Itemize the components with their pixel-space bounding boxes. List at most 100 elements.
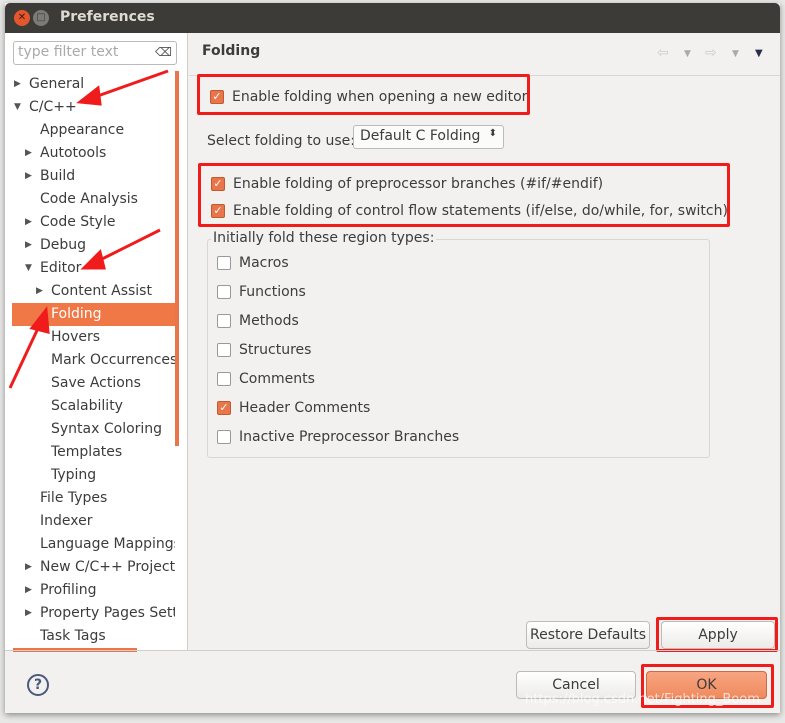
tree-item-label: Save Actions xyxy=(51,375,141,391)
clear-filter-icon[interactable]: ⌫ xyxy=(155,45,172,59)
tree-item[interactable]: Appearance xyxy=(5,119,175,142)
folding-page: Folding ⇦ ▼ ⇨ ▼ ▼ ✓ Enable folding when o… xyxy=(189,33,780,652)
folding-select[interactable]: Default C Folding ⬍ xyxy=(353,125,504,149)
tree-item-label: Appearance xyxy=(40,122,125,138)
expanded-arrow-icon[interactable]: ▼ xyxy=(14,102,21,112)
restore-defaults-button[interactable]: Restore Defaults xyxy=(526,621,650,649)
checkbox-label: Methods xyxy=(239,313,299,329)
tree-item-label: Language Mappings xyxy=(40,536,175,552)
tree-item[interactable]: Folding xyxy=(12,303,175,326)
tree-item[interactable]: File Types xyxy=(5,487,175,510)
tree-item-label: Typing xyxy=(51,467,97,483)
watermark: https://blog.csdn.net/Fighting_Boom xyxy=(525,692,760,707)
tree-item-label: New C/C++ Project Wizard xyxy=(40,559,175,575)
collapsed-arrow-icon[interactable]: ▶ xyxy=(25,240,32,250)
tree-item[interactable]: Syntax Coloring xyxy=(5,418,175,441)
region-checkbox[interactable]: Structures xyxy=(217,342,311,358)
tree-item-label: Editor xyxy=(40,260,82,276)
tree-item[interactable]: C/C++ xyxy=(5,96,175,119)
collapsed-arrow-icon[interactable]: ▶ xyxy=(36,286,43,296)
collapsed-arrow-icon[interactable]: ▶ xyxy=(25,148,32,158)
tree-item[interactable]: Content Assist xyxy=(5,280,175,303)
tree-item-label: Code Style xyxy=(40,214,116,230)
title-bar: ✕ □ Preferences xyxy=(5,3,780,33)
annotation-box xyxy=(198,163,730,227)
group-label: Initially fold these region types: xyxy=(211,230,437,246)
collapsed-arrow-icon[interactable]: ▶ xyxy=(25,608,32,618)
window-title: Preferences xyxy=(60,9,155,25)
checkbox-label: Functions xyxy=(239,284,306,300)
region-checkbox[interactable]: Inactive Preprocessor Branches xyxy=(217,429,459,445)
tree-item-label: Mark Occurrences xyxy=(51,352,175,368)
tree-item[interactable]: Task Tags xyxy=(5,625,175,648)
forward-arrow-icon[interactable]: ⇨ xyxy=(705,45,717,61)
collapsed-arrow-icon[interactable]: ▶ xyxy=(14,79,21,89)
collapsed-arrow-icon[interactable]: ▶ xyxy=(25,585,32,595)
tree-item-label: General xyxy=(29,76,85,92)
checkbox-label: Structures xyxy=(239,342,312,358)
collapsed-arrow-icon[interactable]: ▶ xyxy=(25,171,32,181)
region-checkbox[interactable]: Macros xyxy=(217,255,289,271)
tree-item[interactable]: Hovers xyxy=(5,326,175,349)
checkbox-icon xyxy=(217,314,231,328)
region-checkbox[interactable]: Functions xyxy=(217,284,306,300)
tree-item-label: C/C++ xyxy=(29,99,77,115)
collapsed-arrow-icon[interactable]: ▶ xyxy=(25,562,32,572)
tree-item[interactable]: Code Analysis xyxy=(5,188,175,211)
select-value: Default C Folding xyxy=(360,128,481,144)
checkbox-icon xyxy=(217,285,231,299)
tree-item[interactable]: General xyxy=(5,73,175,96)
preference-tree-panel: type filter text ⌫ General ▶ C/C++ ▼ Appearan… xyxy=(5,33,188,652)
spinner-icon: ⬍ xyxy=(488,128,497,139)
region-checkbox[interactable]: ✓ Header Comments xyxy=(217,400,370,416)
tree-item-label: Indexer xyxy=(40,513,93,529)
tree-item-label: File Types xyxy=(40,490,108,506)
back-arrow-icon[interactable]: ⇦ xyxy=(657,45,669,61)
tree-item-label: Build xyxy=(40,168,76,184)
checkbox-label: Macros xyxy=(239,255,289,271)
preferences-dialog: ✕ □ Preferences type filter text ⌫ Genera… xyxy=(5,3,780,713)
region-checkbox[interactable]: Comments xyxy=(217,371,315,387)
tree-item-label: Scalability xyxy=(51,398,123,414)
checkbox-icon xyxy=(217,430,231,444)
region-checkbox[interactable]: Methods xyxy=(217,313,299,329)
tree-item[interactable]: Scalability xyxy=(5,395,175,418)
help-icon[interactable]: ? xyxy=(27,674,49,696)
tree-item-label: Property Pages Settings xyxy=(40,605,175,621)
tree-item[interactable]: Language Mappings xyxy=(5,533,175,556)
maximize-button[interactable]: □ xyxy=(33,10,49,26)
vertical-scrollbar[interactable] xyxy=(175,71,179,446)
tree-item-label: Folding xyxy=(51,306,102,322)
checkbox-icon: ✓ xyxy=(217,401,231,415)
tree-item-label: Debug xyxy=(40,237,87,253)
tree-item[interactable]: Save Actions xyxy=(5,372,175,395)
tree-item[interactable]: Mark Occurrences xyxy=(5,349,175,372)
checkbox-label: Header Comments xyxy=(239,400,371,416)
tree-item-label: Profiling xyxy=(40,582,97,598)
collapsed-arrow-icon[interactable]: ▶ xyxy=(25,217,32,227)
checkbox-label: Inactive Preprocessor Branches xyxy=(239,429,460,445)
tree-item-label: Task Tags xyxy=(40,628,106,644)
annotation-box xyxy=(656,617,778,652)
tree-item-label: Autotools xyxy=(40,145,107,161)
tree-item-label: Hovers xyxy=(51,329,101,345)
tree-item[interactable]: Indexer xyxy=(5,510,175,533)
checkbox-icon xyxy=(217,256,231,270)
checkbox-icon xyxy=(217,372,231,386)
tree-item[interactable]: Typing xyxy=(5,464,175,487)
filter-input[interactable]: type filter text ⌫ xyxy=(13,41,177,65)
tree-item-label: Code Analysis xyxy=(40,191,138,207)
annotation-box xyxy=(197,74,530,115)
filter-placeholder: type filter text xyxy=(18,44,119,60)
close-button[interactable]: ✕ xyxy=(14,10,30,26)
back-menu-icon[interactable]: ▼ xyxy=(684,49,691,59)
checkbox-icon xyxy=(217,343,231,357)
tree-item-label: Templates xyxy=(51,444,123,460)
expanded-arrow-icon[interactable]: ▼ xyxy=(25,263,32,273)
page-title: Folding xyxy=(202,43,261,59)
select-folding-label: Select folding to use: xyxy=(207,133,356,149)
forward-menu-icon[interactable]: ▼ xyxy=(732,49,739,59)
tree-item[interactable]: Templates xyxy=(5,441,175,464)
tree-item-label: Syntax Coloring xyxy=(51,421,163,437)
view-menu-icon[interactable]: ▼ xyxy=(755,48,763,59)
